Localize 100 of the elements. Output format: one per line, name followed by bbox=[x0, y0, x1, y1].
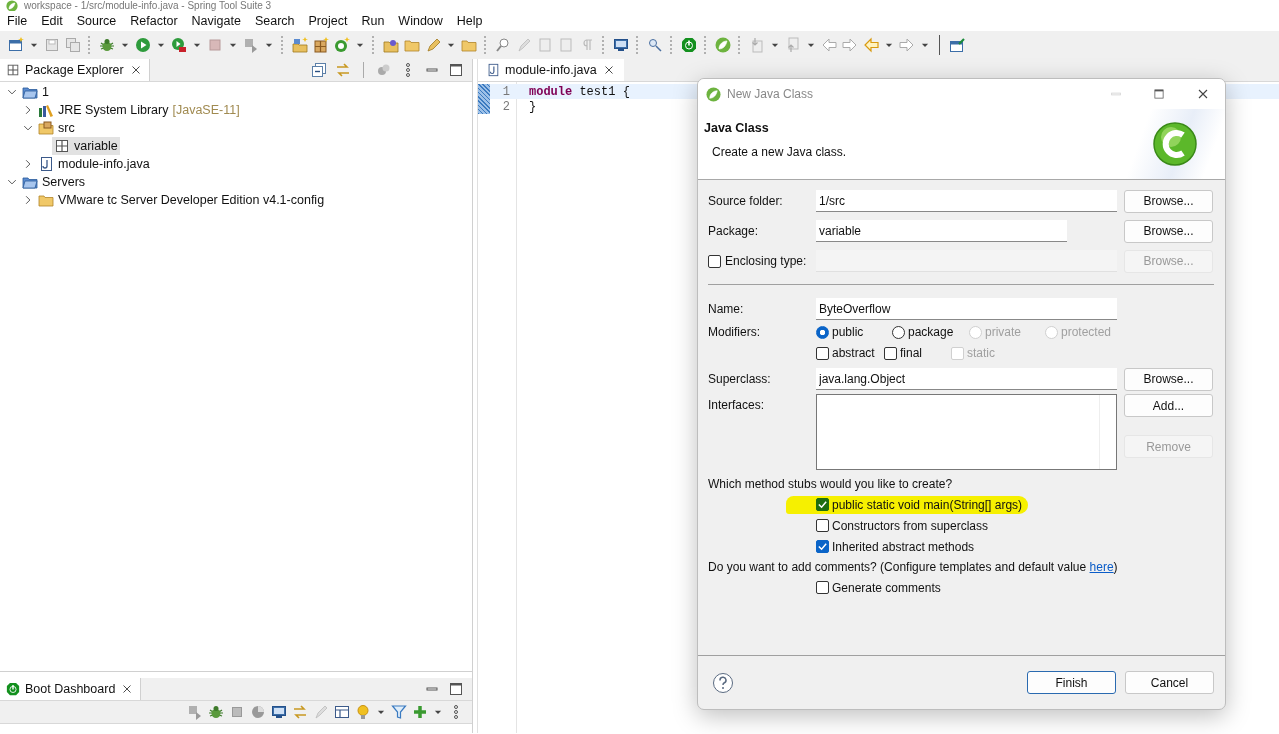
filter-icon[interactable] bbox=[391, 704, 407, 720]
menu-item[interactable]: Project bbox=[308, 13, 348, 28]
step-icon[interactable] bbox=[243, 37, 259, 53]
power-icon bbox=[6, 682, 20, 696]
menu-item[interactable]: Search bbox=[254, 13, 295, 28]
new-window-icon[interactable] bbox=[8, 37, 24, 53]
cancel-button[interactable]: Cancel bbox=[1125, 671, 1214, 694]
list-button[interactable]: Add... bbox=[1124, 394, 1213, 417]
bug-icon[interactable] bbox=[99, 37, 115, 53]
browse-button[interactable]: Browse... bbox=[1124, 367, 1213, 391]
new-project-icon[interactable] bbox=[292, 37, 308, 53]
checkbox-label[interactable]: Enclosing type: bbox=[725, 254, 807, 268]
maximize-icon[interactable] bbox=[1153, 88, 1165, 100]
menu-item[interactable]: Help bbox=[456, 13, 483, 28]
tree-item[interactable]: Servers bbox=[20, 173, 88, 191]
pen-icon[interactable] bbox=[425, 37, 441, 53]
menu-item[interactable]: Navigate bbox=[191, 13, 241, 28]
tree-item[interactable]: 1 bbox=[20, 83, 51, 101]
back-star-icon[interactable] bbox=[821, 37, 837, 53]
menu-item[interactable]: Edit bbox=[41, 13, 63, 28]
maximize-icon[interactable] bbox=[448, 681, 464, 697]
view-tab[interactable]: Package Explorer bbox=[0, 59, 150, 81]
collapse-all-icon[interactable] bbox=[311, 62, 327, 78]
radio-label[interactable]: package bbox=[908, 325, 954, 339]
interfaces-list[interactable] bbox=[816, 394, 1117, 470]
disc-icon[interactable] bbox=[250, 704, 266, 720]
radio-button[interactable] bbox=[816, 325, 829, 339]
input-field[interactable]: java.lang.Object bbox=[816, 368, 1117, 390]
change-marker bbox=[478, 84, 490, 114]
finish-button[interactable]: Finish bbox=[1027, 671, 1116, 694]
tree-item[interactable]: JRE System Library [JavaSE-11] bbox=[36, 101, 242, 119]
menu-item[interactable]: Refactor bbox=[130, 13, 178, 28]
templates-link[interactable]: here bbox=[1089, 560, 1114, 574]
checkbox[interactable] bbox=[816, 346, 829, 360]
checkbox-label[interactable]: final bbox=[900, 346, 922, 360]
tab-label[interactable]: Package Explorer bbox=[25, 63, 124, 77]
menu-item[interactable]: Window bbox=[398, 13, 443, 28]
class-logo-icon bbox=[1151, 120, 1199, 168]
step-icon[interactable] bbox=[187, 704, 203, 720]
menu-item[interactable]: Run bbox=[361, 13, 385, 28]
project-folder-icon bbox=[22, 84, 38, 100]
run-icon[interactable] bbox=[135, 37, 151, 53]
tree-item[interactable]: src bbox=[36, 119, 77, 137]
tab-label[interactable]: Boot Dashboard bbox=[25, 682, 116, 696]
editor-tab[interactable]: module-info.java bbox=[478, 59, 624, 81]
folder-icon[interactable] bbox=[404, 37, 420, 53]
monitor-icon[interactable] bbox=[613, 37, 629, 53]
browse-button[interactable]: Browse... bbox=[1124, 189, 1213, 213]
plus-icon[interactable] bbox=[412, 704, 428, 720]
tree-item[interactable]: VMware tc Server Developer Edition v4.1-config bbox=[36, 191, 327, 209]
monitor-icon[interactable] bbox=[271, 704, 287, 720]
browse-button[interactable]: Browse... bbox=[1124, 219, 1213, 243]
checkbox[interactable] bbox=[816, 540, 829, 553]
menu-item[interactable]: File bbox=[7, 13, 28, 28]
checkbox[interactable] bbox=[816, 498, 829, 511]
input-field[interactable]: variable bbox=[816, 220, 1067, 242]
help-icon[interactable] bbox=[712, 671, 734, 694]
maximize-icon[interactable] bbox=[448, 62, 464, 78]
forward-star-icon[interactable] bbox=[842, 37, 858, 53]
bug-icon[interactable] bbox=[208, 704, 224, 720]
checkbox[interactable] bbox=[708, 254, 721, 268]
field-label: Modifiers: bbox=[708, 325, 761, 339]
page-heading: Java Class bbox=[704, 121, 770, 135]
menu-item[interactable]: Source bbox=[76, 13, 117, 28]
pin-window-icon[interactable] bbox=[949, 37, 965, 53]
table-icon[interactable] bbox=[334, 704, 350, 720]
package-icon bbox=[6, 63, 20, 77]
checkbox-label[interactable]: Generate comments bbox=[832, 580, 941, 595]
leaf-icon[interactable] bbox=[715, 37, 731, 53]
checkbox[interactable] bbox=[816, 519, 829, 532]
power-icon[interactable] bbox=[681, 37, 697, 53]
bulb-icon[interactable] bbox=[355, 704, 371, 720]
tab-label[interactable]: module-info.java bbox=[505, 63, 597, 77]
radio-label[interactable]: public bbox=[832, 325, 864, 339]
checkbox-label[interactable]: Constructors from superclass bbox=[832, 518, 989, 533]
checkbox-label[interactable]: public static void main(String[] args) bbox=[832, 497, 1023, 512]
field-label: Interfaces: bbox=[708, 398, 766, 412]
tree-item[interactable]: module-info.java bbox=[36, 155, 152, 173]
checkbox[interactable] bbox=[884, 346, 897, 360]
input-field[interactable]: ByteOverflow bbox=[816, 298, 1117, 320]
tree-item[interactable]: variable bbox=[52, 137, 120, 155]
new-package-icon[interactable] bbox=[313, 37, 329, 53]
checkbox-label[interactable]: Inherited abstract methods bbox=[832, 539, 975, 554]
window-title: workspace - 1/src/module-info.java - Spring Tool Suite 3 bbox=[24, 0, 272, 11]
checkbox-label[interactable]: abstract bbox=[832, 346, 875, 360]
checkbox[interactable] bbox=[816, 581, 829, 594]
question-text: Do you want to add comments? (Configure templates and default value here) bbox=[708, 559, 1119, 576]
code-line: } bbox=[529, 99, 537, 114]
search-icon[interactable] bbox=[495, 37, 511, 53]
run-tool-icon[interactable] bbox=[171, 37, 187, 53]
folder-icon[interactable] bbox=[461, 37, 477, 53]
square-icon[interactable] bbox=[229, 704, 245, 720]
view-tab[interactable]: Boot Dashboard bbox=[0, 678, 142, 700]
field-label: Source folder: bbox=[708, 194, 784, 208]
open-folder-icon[interactable] bbox=[383, 37, 399, 53]
java-file-icon bbox=[486, 63, 500, 77]
new-class-icon[interactable] bbox=[334, 37, 350, 53]
radio-button[interactable] bbox=[892, 325, 905, 339]
input-field[interactable]: 1/src bbox=[816, 190, 1117, 212]
folder-icon bbox=[38, 192, 54, 208]
